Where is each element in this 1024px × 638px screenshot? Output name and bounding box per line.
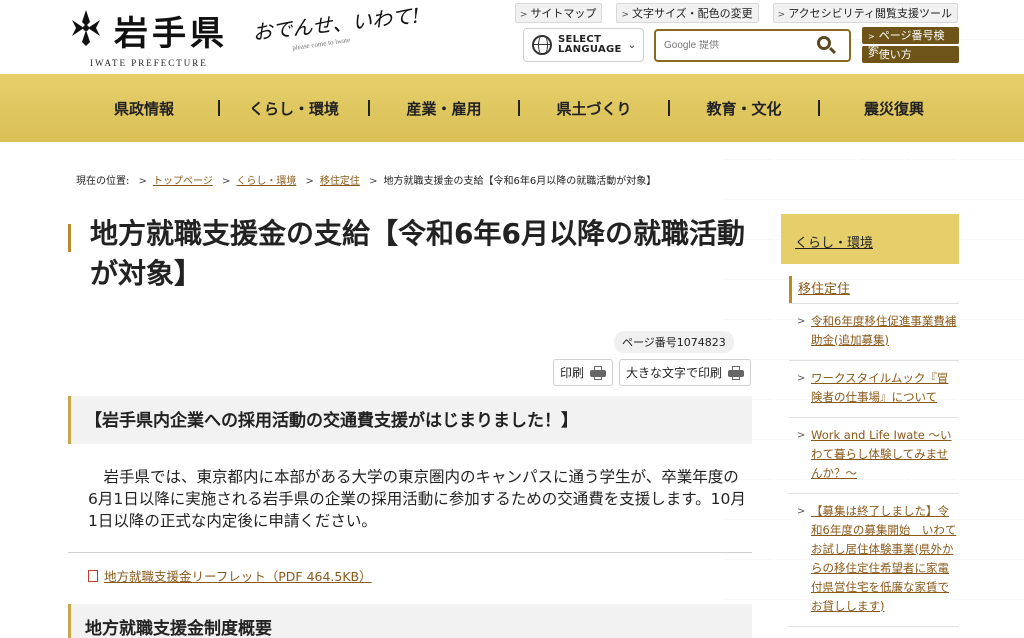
title-accent-bar — [68, 224, 71, 252]
section-heading: 【岩手県内企業への採用活動の交通費支援がはじまりました！】 — [68, 396, 752, 444]
select-language-label: SELECT LANGUAGE — [558, 35, 622, 55]
site-header: 岩手県 IWATE PREFECTURE おでんせ、いわて! please co… — [0, 0, 1024, 74]
leaflet-pdf-link[interactable]: 地方就職支援金リーフレット（PDF 464.5KB） — [88, 566, 372, 585]
search-input[interactable] — [664, 40, 814, 51]
accessibility-tool-link[interactable]: > アクセシビリティ閲覧支援ツール — [772, 3, 958, 23]
breadcrumb-separator: > — [305, 176, 314, 187]
side-button-label: 使い方 — [878, 48, 912, 61]
breadcrumb-separator: > — [221, 176, 231, 187]
util-link-label: アクセシビリティ閲覧支援ツール — [788, 7, 952, 20]
pdf-icon — [88, 570, 98, 582]
lang-line2: LANGUAGE — [558, 44, 622, 55]
nav-item-disaster-recovery[interactable]: 震災復興 — [820, 98, 968, 119]
sidebar-category-link[interactable]: 移住定住 — [789, 276, 959, 303]
site-logo[interactable]: 岩手県 IWATE PREFECTURE — [66, 4, 246, 68]
breadcrumb-current: 地方就職支援金の支給【令和6年6月以降の就職活動が対象】 — [383, 176, 657, 187]
breadcrumb-separator: > — [369, 176, 378, 187]
breadcrumb-life-link[interactable]: くらし・環境 — [236, 176, 296, 187]
sidebar-item[interactable]: Work and Life Iwate ～いわて暮らし体験してみませんか？～ — [789, 418, 959, 494]
page-title: 地方就職支援金の支給【令和6年6月以降の就職活動が対象】 — [90, 217, 745, 290]
breadcrumb-migration-link[interactable]: 移住定住 — [320, 176, 360, 187]
intro-paragraph: 岩手県では、東京都内に本部がある大学の東京圏内のキャンパスに通う学生が、卒業年度… — [88, 468, 746, 530]
site-title: 岩手県 — [114, 14, 228, 54]
pdf-link-label: 地方就職支援金リーフレット（PDF 464.5KB） — [104, 569, 372, 584]
sidebar-item[interactable]: 令和6年度移住促進事業費補助金(追加募集) — [789, 304, 959, 361]
sidebar-list: 令和6年度移住促進事業費補助金(追加募集) ワークスタイルムック『冒険者の仕事場… — [789, 303, 959, 627]
select-language-button[interactable]: SELECT LANGUAGE ⌄ — [523, 28, 644, 62]
chevron-right-icon: > — [621, 10, 629, 20]
chevron-down-icon: ⌄ — [627, 39, 637, 51]
print-large-label: 大きな文字で印刷 — [626, 366, 723, 380]
util-link-label: 文字サイズ・配色の変更 — [631, 7, 753, 20]
utility-links: > サイトマップ > 文字サイズ・配色の変更 > アクセシビリティ閲覧支援ツール — [514, 3, 958, 23]
site-subtitle: IWATE PREFECTURE — [90, 58, 208, 68]
prefecture-emblem-icon — [72, 10, 100, 46]
breadcrumb-label: 現在の位置: — [76, 176, 130, 187]
chevron-right-icon: > — [868, 51, 875, 60]
nav-item-life-environment[interactable]: くらし・環境 — [220, 98, 368, 119]
global-nav: 県政情報 くらし・環境 産業・雇用 県土づくり 教育・文化 震災復興 — [0, 74, 1024, 142]
util-link-label: サイトマップ — [530, 7, 597, 20]
divider — [68, 552, 752, 553]
page-number-badge: ページ番号1074823 — [614, 331, 734, 353]
print-buttons: 印刷 大きな文字で印刷 — [553, 359, 752, 386]
sitemap-link[interactable]: > サイトマップ — [514, 3, 603, 23]
search-button[interactable] — [814, 34, 838, 58]
breadcrumb: 現在の位置: > トップページ > くらし・環境 > 移住定住 > 地方就職支援金の支給… — [76, 172, 656, 187]
sidebar-head-link[interactable]: くらし・環境 — [781, 214, 959, 264]
font-color-settings-link[interactable]: > 文字サイズ・配色の変更 — [616, 3, 759, 23]
globe-icon — [532, 35, 552, 55]
page-number-search-button[interactable]: >ページ番号検索 — [862, 27, 959, 56]
print-large-button[interactable]: 大きな文字で印刷 — [619, 359, 752, 386]
section-heading-overview: 地方就職支援金制度概要 — [68, 604, 752, 638]
header-side-buttons: >ページ番号検索 >使い方 — [862, 27, 959, 65]
breadcrumb-separator: > — [138, 176, 147, 187]
nav-item-land-development[interactable]: 県土づくり — [520, 98, 668, 119]
how-to-use-button[interactable]: > 使い方 — [862, 46, 959, 63]
nav-item-prefectural-gov[interactable]: 県政情報 — [70, 98, 218, 119]
local-nav-sidebar: くらし・環境 移住定住 令和6年度移住促進事業費補助金(追加募集) ワークスタイ… — [781, 214, 959, 627]
chevron-right-icon: > — [777, 10, 786, 20]
page-title-area: 地方就職支援金の支給【令和6年6月以降の就職活動が対象】 — [68, 214, 748, 294]
breadcrumb-top-link[interactable]: トップページ — [153, 176, 213, 187]
nav-item-education-culture[interactable]: 教育・文化 — [670, 98, 818, 119]
search-box — [654, 29, 851, 62]
printer-icon — [728, 365, 745, 380]
sidebar-item[interactable]: 【募集は終了しました】令和6年度の募集開始 いわてお試し居住体験事業(県外からの… — [789, 494, 959, 627]
chevron-right-icon: > — [519, 10, 528, 20]
printer-icon — [590, 365, 607, 380]
chevron-right-icon: > — [868, 32, 875, 41]
sidebar-item[interactable]: ワークスタイルムック『冒険者の仕事場』について — [789, 361, 959, 418]
print-button[interactable]: 印刷 — [553, 359, 614, 386]
search-icon-handle — [828, 46, 837, 54]
nav-item-industry-employment[interactable]: 産業・雇用 — [370, 98, 518, 119]
print-label: 印刷 — [560, 366, 585, 380]
